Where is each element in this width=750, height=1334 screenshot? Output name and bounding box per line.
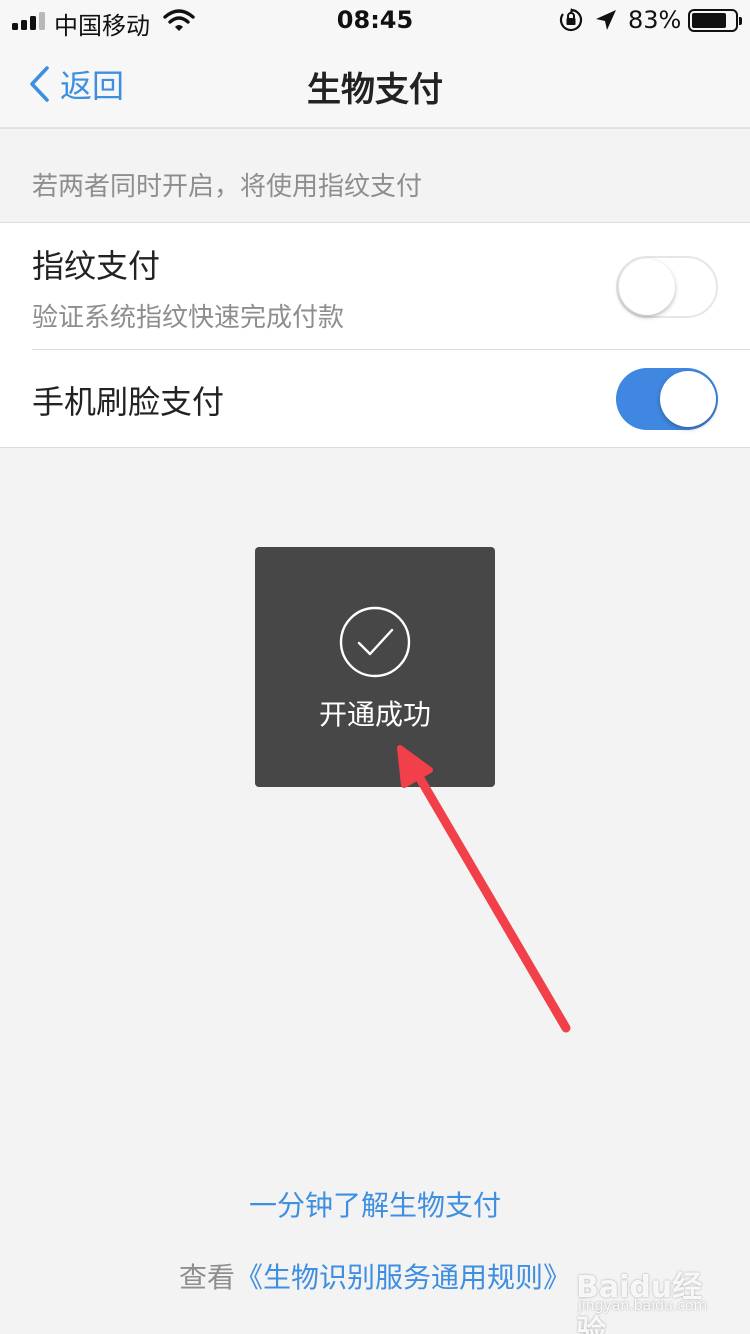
orientation-lock-icon bbox=[559, 8, 583, 32]
terms-prefix: 查看 bbox=[178, 1261, 235, 1294]
battery-percent: 83% bbox=[628, 6, 682, 34]
learn-biometric-pay-link[interactable]: 一分钟了解生物支付 bbox=[0, 1184, 750, 1224]
battery-nub bbox=[739, 17, 742, 25]
battery-icon bbox=[688, 9, 742, 32]
location-arrow-icon bbox=[596, 10, 616, 30]
toggle-knob bbox=[660, 371, 716, 427]
battery-level bbox=[692, 13, 727, 28]
baidu-jingyan-watermark: Baidu经验 jingyan.baidu.com bbox=[576, 1262, 716, 1334]
toggle-knob bbox=[619, 259, 675, 315]
navigation-bar: 返回 生物支付 bbox=[0, 40, 750, 129]
biometric-terms-link[interactable]: 《生物识别服务通用规则》 bbox=[235, 1261, 571, 1294]
row-divider bbox=[32, 349, 750, 350]
face-pay-title: 手机刷脸支付 bbox=[32, 383, 225, 421]
fingerprint-pay-title: 指纹支付 bbox=[32, 247, 161, 285]
settings-hint: 若两者同时开启，将使用指纹支付 bbox=[32, 172, 423, 202]
toast-label: 开通成功 bbox=[318, 698, 431, 731]
face-pay-toggle[interactable] bbox=[616, 368, 718, 430]
status-bar: 中国移动 08:45 83% bbox=[0, 0, 750, 40]
success-toast: 开通成功 bbox=[255, 547, 495, 787]
checkmark-icon bbox=[339, 606, 411, 678]
fingerprint-pay-subtitle: 验证系统指纹快速完成付款 bbox=[32, 303, 345, 333]
fingerprint-pay-toggle[interactable] bbox=[616, 256, 718, 318]
watermark-url: jingyan.baidu.com bbox=[578, 1298, 708, 1314]
biometric-settings-group: 指纹支付 验证系统指纹快速完成付款 手机刷脸支付 bbox=[0, 222, 750, 448]
page-title: 生物支付 bbox=[307, 70, 443, 110]
